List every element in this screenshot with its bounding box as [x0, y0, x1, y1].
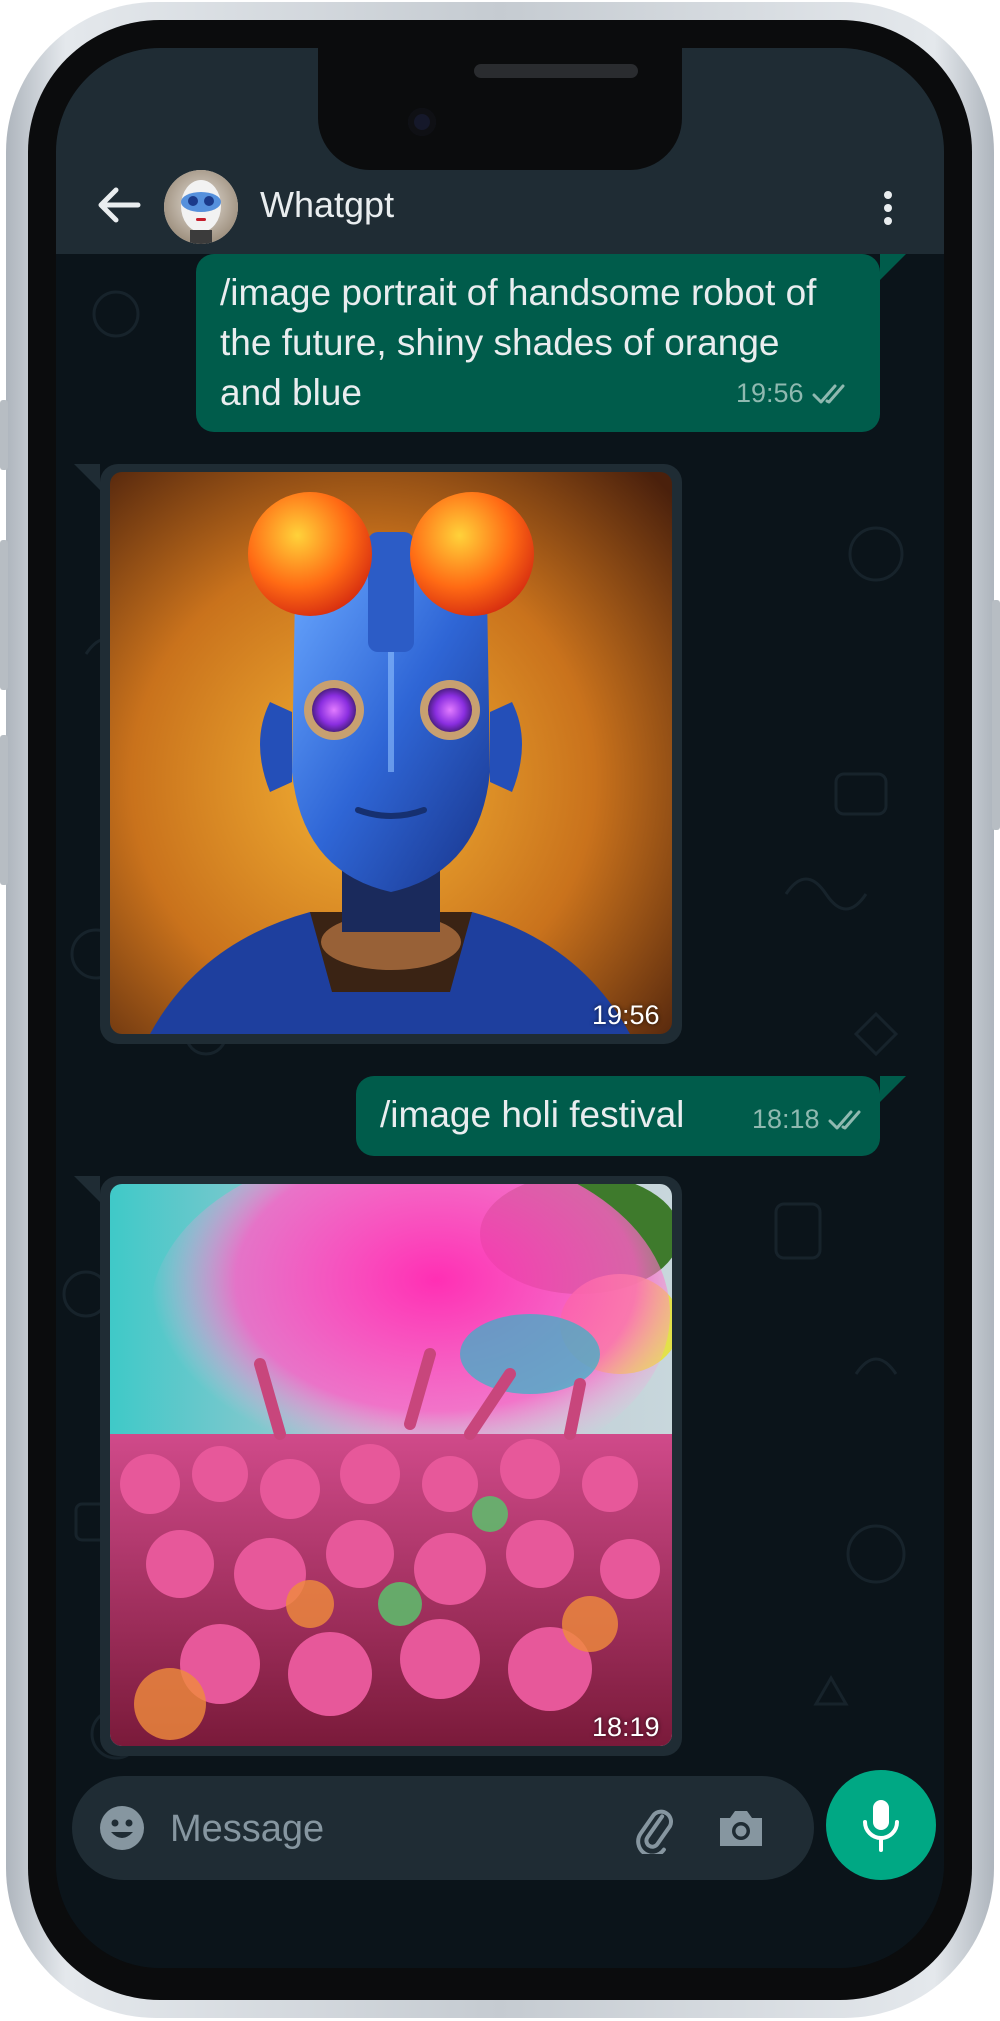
outgoing-message[interactable]: /image portrait of handsome robot of the… — [196, 254, 906, 432]
message-input[interactable] — [168, 1796, 612, 1862]
speaker-grille — [474, 64, 638, 78]
side-button-mute — [0, 400, 8, 470]
message-time: 19:56 — [736, 378, 804, 408]
image-time: 19:56 — [592, 1000, 660, 1030]
front-camera — [408, 108, 436, 136]
message-meta: 18:18 — [752, 1104, 868, 1135]
contact-avatar[interactable] — [164, 170, 238, 244]
message-composer — [72, 1776, 814, 1880]
side-button-power — [992, 600, 1000, 830]
robot-avatar-icon — [164, 170, 238, 244]
emoji-icon[interactable] — [98, 1804, 146, 1852]
bubble-tail — [880, 1076, 906, 1102]
robot-portrait-image[interactable] — [110, 472, 672, 1034]
outgoing-message[interactable]: /image holi festival 18:18 — [356, 1076, 906, 1156]
menu-dots-icon[interactable] — [874, 186, 902, 236]
bubble-tail — [74, 464, 100, 490]
mic-button[interactable] — [826, 1770, 936, 1880]
phone-screen: Whatgpt /image portrait of handsome robo… — [56, 48, 944, 1968]
image-time: 18:19 — [592, 1712, 660, 1742]
chat-area: /image portrait of handsome robot of the… — [56, 254, 944, 1968]
chat-header: Whatgpt — [56, 158, 944, 254]
read-ticks-icon — [812, 384, 845, 403]
incoming-image-message[interactable]: 18:19 — [74, 1176, 682, 1756]
contact-name[interactable]: Whatgpt — [260, 184, 394, 226]
message-meta: 19:56 — [736, 378, 852, 409]
incoming-image-message[interactable]: 19:56 — [74, 464, 682, 1044]
read-ticks-icon — [828, 1110, 861, 1129]
holi-festival-image[interactable] — [110, 1184, 672, 1746]
side-button-volume-down — [0, 735, 8, 885]
message-time: 18:18 — [752, 1104, 820, 1134]
message-text: /image holi festival — [380, 1094, 685, 1135]
camera-icon[interactable] — [716, 1804, 766, 1852]
bubble-tail — [880, 254, 906, 280]
mic-icon — [863, 1800, 899, 1852]
side-button-volume-up — [0, 540, 8, 690]
back-arrow-icon[interactable] — [94, 180, 144, 230]
attach-icon[interactable] — [628, 1802, 680, 1854]
bubble-tail — [74, 1176, 100, 1202]
